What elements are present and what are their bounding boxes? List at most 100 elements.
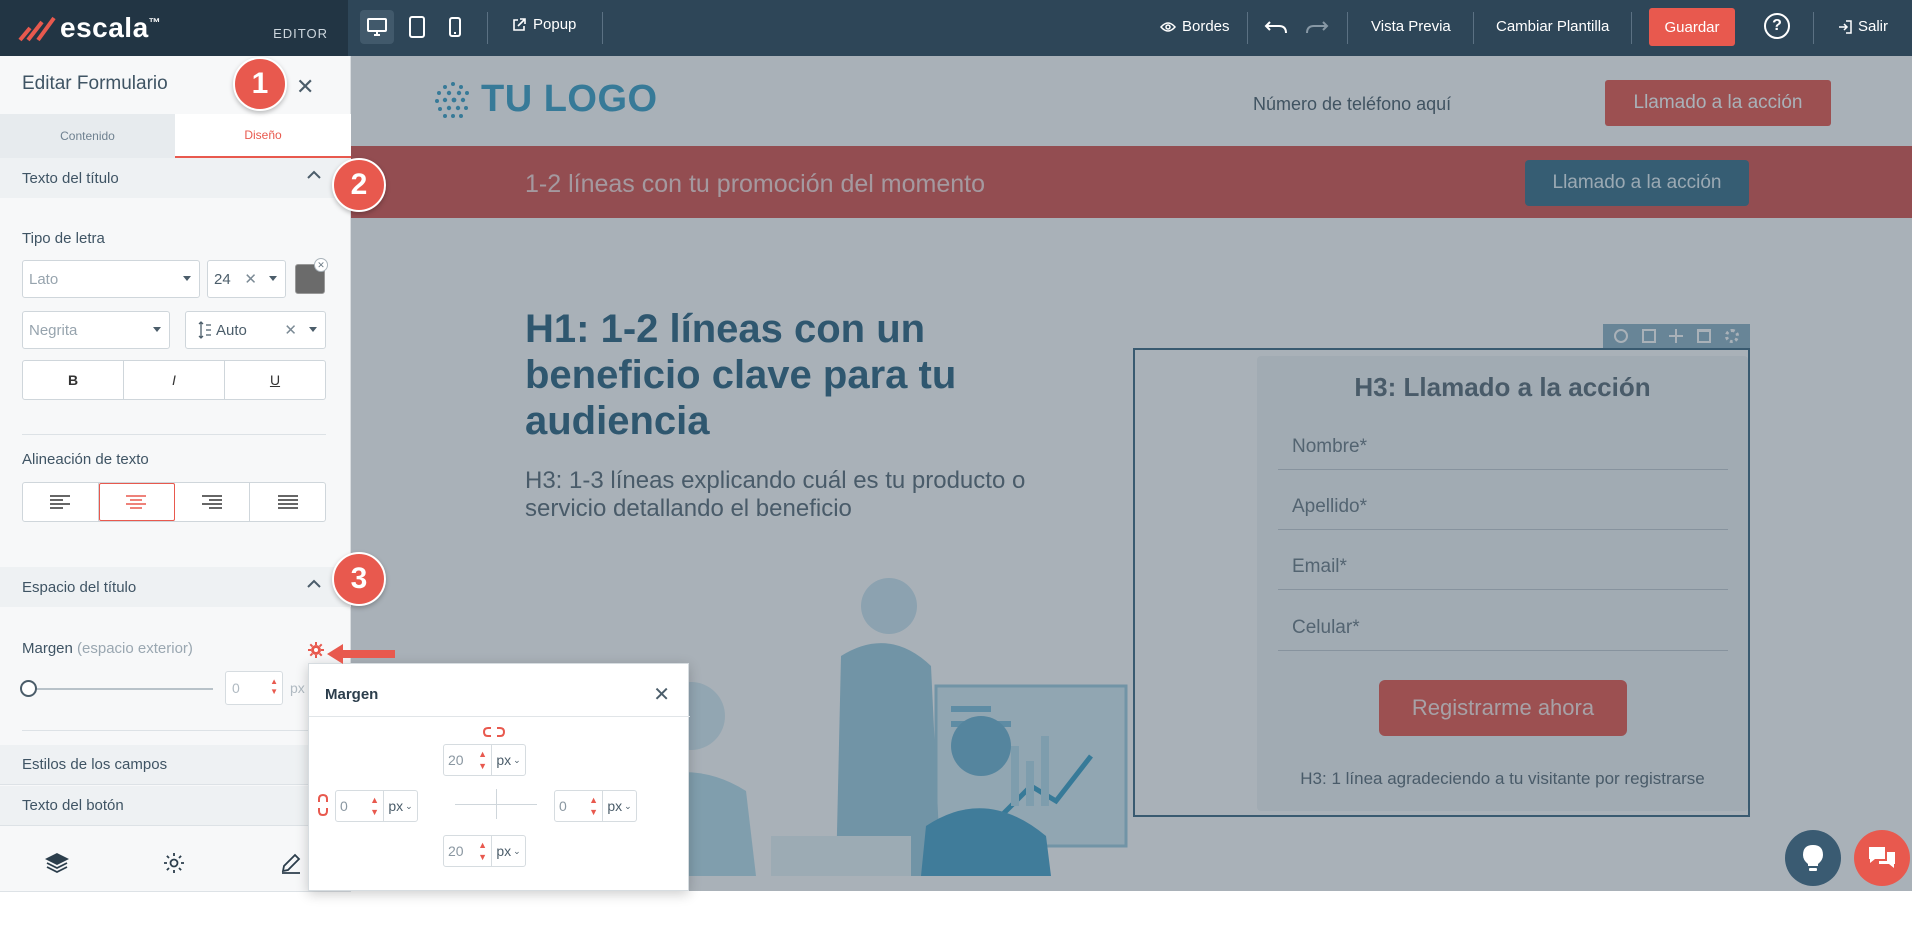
toolbar-divider (1347, 12, 1348, 44)
close-icon[interactable]: ✕ (653, 682, 670, 707)
margin-bottom-unit[interactable]: px (496, 843, 511, 859)
align-center-button[interactable] (98, 483, 175, 521)
margin-top-value: 20 (448, 752, 464, 768)
pen-icon[interactable] (279, 851, 303, 875)
toolbar-divider (1631, 12, 1632, 44)
margin-top-unit[interactable]: px (496, 752, 511, 768)
margin-label-text: Margen (22, 640, 73, 657)
edit-form-panel: Editar Formulario ✕ Contenido Diseño Tex… (0, 56, 351, 947)
align-right-icon (201, 495, 222, 509)
font-weight-select[interactable]: Negrita (22, 311, 170, 349)
help-icon[interactable]: ? (1764, 13, 1790, 39)
brand-name: escala™ (60, 12, 162, 43)
panel-title: Editar Formulario (22, 73, 168, 94)
spinner-icon[interactable]: ▲ ▼ (478, 748, 487, 772)
panel-tabs: Contenido Diseño (0, 114, 351, 158)
toolbar-divider (602, 12, 603, 44)
line-height-icon (198, 321, 211, 339)
chat-button[interactable] (1854, 830, 1910, 886)
spinner-icon[interactable]: ▲ ▼ (478, 839, 487, 863)
margin-right-input[interactable]: 0 ▲ ▼ px ⌄ (554, 790, 637, 822)
align-justify-icon (277, 495, 298, 509)
font-size-select[interactable]: 24 ✕ (207, 260, 286, 298)
margin-value-input[interactable]: 0 ▲ ▼ (225, 671, 283, 705)
section-estilos-campos[interactable]: Estilos de los campos (0, 745, 351, 785)
font-size-value: 24 (214, 270, 231, 288)
margin-crosshair (496, 789, 497, 819)
bordes-button[interactable]: Bordes (1160, 18, 1230, 35)
margin-unit: px (290, 680, 305, 696)
redo-icon[interactable] (1305, 20, 1329, 36)
spinner-icon[interactable]: ▲ ▼ (270, 677, 278, 697)
tablet-view-button[interactable] (400, 10, 434, 44)
step-badge-1: 1 (233, 57, 287, 111)
margin-left-input[interactable]: 0 ▲ ▼ px ⌄ (335, 790, 418, 822)
popup-button[interactable]: Popup (511, 16, 576, 33)
tab-diseno[interactable]: Diseño (175, 114, 351, 158)
lightbulb-icon (1803, 845, 1823, 871)
divider (22, 730, 326, 731)
brand-area: escala™ EDITOR (0, 0, 348, 56)
guardar-button[interactable]: Guardar (1649, 8, 1735, 46)
desktop-icon (367, 18, 387, 36)
font-family-value: Lato (29, 270, 59, 288)
align-left-button[interactable] (23, 483, 99, 521)
section-texto-titulo[interactable]: Texto del título (0, 158, 351, 198)
chevron-up-icon (307, 170, 321, 179)
align-label: Alineación de texto (22, 451, 149, 468)
caret-down-icon (309, 327, 317, 332)
editor-label: EDITOR (273, 26, 328, 41)
section-texto-boton[interactable]: Texto del botón (0, 786, 351, 826)
tablet-icon (409, 16, 425, 38)
margin-top-input[interactable]: 20 ▲ ▼ px ⌄ (443, 744, 526, 776)
clear-icon[interactable]: ✕ (244, 270, 257, 288)
font-family-select[interactable]: Lato (22, 260, 200, 298)
clear-color-icon[interactable]: ✕ (314, 258, 328, 272)
divider (22, 434, 326, 435)
clear-icon[interactable]: ✕ (284, 321, 297, 339)
arrow-left-icon (327, 644, 395, 664)
close-icon[interactable]: ✕ (296, 74, 314, 100)
spinner-icon[interactable]: ▲ ▼ (589, 794, 598, 818)
popup-title: Margen (325, 686, 379, 703)
link-icon[interactable] (317, 794, 329, 816)
section-espacio-titulo[interactable]: Espacio del título (0, 567, 351, 607)
chevron-up-icon (307, 579, 321, 588)
spinner-icon[interactable]: ▲ ▼ (370, 794, 379, 818)
top-toolbar: escala™ EDITOR Popup Bordes Vista Previa… (0, 0, 1912, 56)
tab-contenido[interactable]: Contenido (0, 114, 175, 158)
line-height-select[interactable]: Auto ✕ (185, 311, 326, 349)
margin-slider-thumb[interactable] (20, 680, 37, 697)
margin-slider-track[interactable] (28, 688, 213, 690)
margin-popup: Margen ✕ 20 ▲ ▼ px ⌄ 0 ▲ ▼ px ⌄ 0 ▲ ▼ px ⌄ 20 ▲ ▼ p… (308, 663, 690, 891)
link-icon[interactable] (483, 726, 505, 738)
font-label: Tipo de letra (22, 230, 105, 247)
align-left-icon (50, 495, 71, 509)
lightbulb-button[interactable] (1785, 830, 1841, 886)
settings-icon[interactable] (162, 851, 186, 875)
mobile-view-button[interactable] (438, 10, 472, 44)
margin-bottom-input[interactable]: 20 ▲ ▼ px ⌄ (443, 835, 526, 867)
vista-previa-button[interactable]: Vista Previa (1371, 18, 1451, 35)
margin-left-unit[interactable]: px (388, 798, 403, 814)
undo-icon[interactable] (1264, 20, 1288, 36)
margin-value: 0 (232, 680, 240, 696)
exit-icon (1839, 19, 1852, 34)
align-center-icon (126, 495, 147, 509)
mobile-icon (449, 17, 461, 37)
cambiar-plantilla-button[interactable]: Cambiar Plantilla (1496, 18, 1609, 35)
underline-button[interactable]: U (225, 361, 325, 399)
margin-right-unit[interactable]: px (607, 798, 622, 814)
desktop-view-button[interactable] (360, 10, 394, 44)
step-badge-2: 2 (332, 158, 386, 212)
italic-button[interactable]: I (124, 361, 225, 399)
layers-icon[interactable] (45, 851, 69, 875)
salir-button[interactable]: Salir (1838, 18, 1888, 35)
align-justify-button[interactable] (250, 483, 325, 521)
salir-label: Salir (1858, 18, 1889, 35)
gear-icon[interactable] (308, 642, 324, 658)
bold-button[interactable]: B (23, 361, 124, 399)
align-right-button[interactable] (175, 483, 251, 521)
margin-bottom-value: 20 (448, 843, 464, 859)
section-label: Espacio del título (22, 578, 137, 596)
